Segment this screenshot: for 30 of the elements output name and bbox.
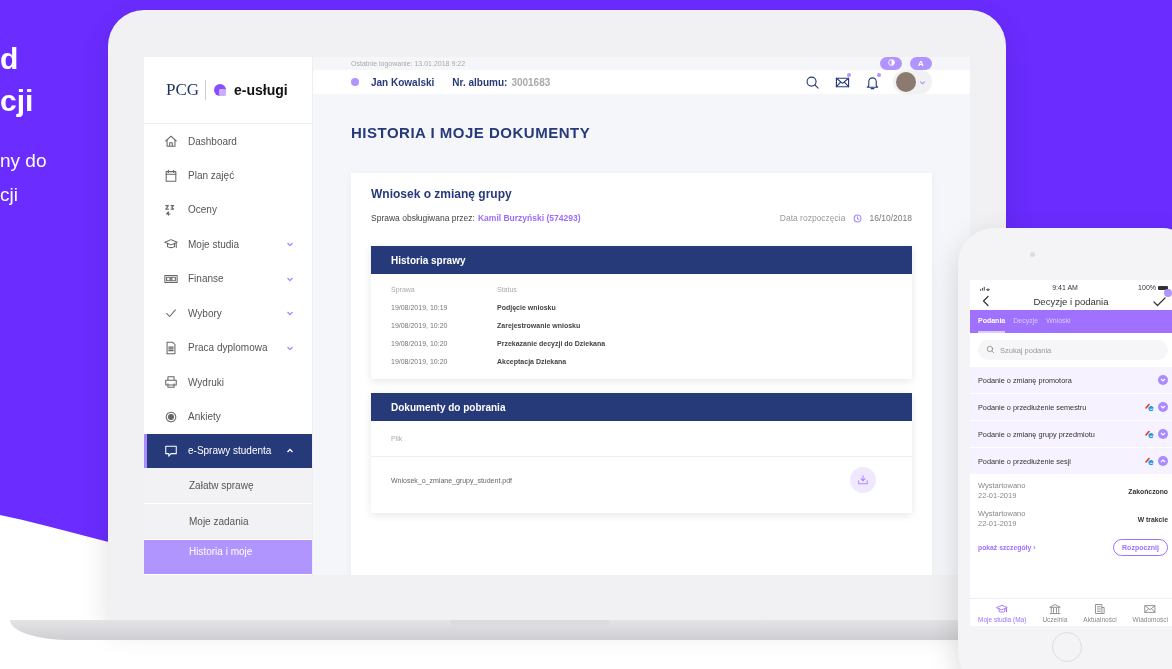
submenu-item[interactable]: Załatw sprawę (144, 468, 312, 505)
subtitle-text: ny do (0, 149, 47, 173)
start-date-label: Data rozpoczęcia (779, 213, 846, 223)
history-heading: Historia sprawy (371, 246, 912, 274)
sidebar-item[interactable]: Finanse (144, 261, 312, 297)
subtitle-text: cji (0, 183, 18, 207)
user-name: Jan Kowalski (371, 76, 435, 88)
handler-link[interactable]: Kamil Burzyński (574293) (477, 213, 777, 223)
sidebar-item[interactable]: Wydruki (144, 364, 312, 400)
company-logo: PCG (166, 79, 207, 100)
case-title: Wniosek o zmianę grupy (371, 187, 513, 201)
documents-heading: Dokumenty do pobrania (371, 393, 912, 421)
screen-title: Decyzje i podania (1033, 295, 1109, 307)
album-label: Nr. albumu: (452, 76, 508, 88)
headline-text: cji (0, 83, 34, 119)
submenu-item[interactable]: Moje zadania (144, 504, 312, 540)
sidebar-item[interactable]: Wybory (144, 296, 312, 331)
product-name: e-usługi (234, 81, 288, 98)
sidebar-item[interactable]: Praca dyplomowa (144, 330, 312, 365)
album-number: 3001683 (511, 76, 552, 88)
sidebar-item[interactable]: Ankiety (144, 399, 312, 434)
sidebar-item[interactable]: e-Sprawy studenta (144, 433, 312, 469)
page-title: HISTORIA I MOJE DOKUMENTY (351, 124, 592, 141)
sidebar-item[interactable]: Plan zajęć (144, 158, 312, 193)
sidebar-item[interactable]: Dashboard (144, 123, 312, 159)
headline-text: d (0, 41, 19, 77)
sidebar-item[interactable]: Oceny (144, 192, 312, 228)
start-date: 16/10/2018 (869, 213, 912, 223)
handled-by-label: Sprawa obsługiwana przez: (371, 213, 475, 223)
sidebar-item[interactable]: Moje studia (144, 227, 312, 262)
